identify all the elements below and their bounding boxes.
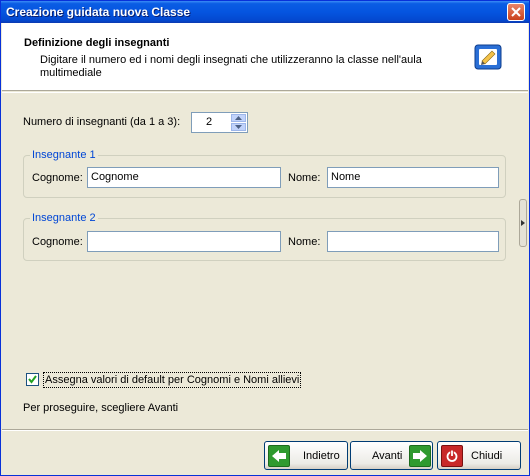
back-button[interactable]: Indietro: [264, 441, 348, 470]
wizard-header: Definizione degli insegnanti Digitare il…: [2, 23, 528, 91]
window-title: Creazione guidata nuova Classe: [6, 5, 191, 19]
close-button[interactable]: Chiudi: [437, 441, 521, 470]
header-subtitle: Digitare il numero ed i nomi degli inseg…: [40, 54, 422, 79]
spinner-down-button[interactable]: [231, 123, 246, 131]
back-button-label: Indietro: [303, 449, 340, 462]
teacher-1-surname-label: Cognome:: [32, 172, 83, 184]
checkmark-icon: [28, 375, 37, 384]
close-button-label: Chiudi: [471, 449, 503, 462]
window-close-button[interactable]: [507, 3, 525, 21]
spinner-up-button[interactable]: [231, 114, 246, 122]
teacher-2-legend: Insegnante 2: [30, 212, 98, 224]
close-icon: [511, 7, 521, 17]
defaults-checkbox[interactable]: [26, 373, 39, 386]
teacher-count-label: Numero di insegnanti (da 1 a 3):: [23, 116, 181, 128]
teacher-2-surname-label: Cognome:: [32, 236, 83, 248]
next-button-label: Avanti: [372, 449, 403, 462]
teacher-2-name-field[interactable]: [327, 231, 499, 252]
chevron-up-icon: [235, 116, 242, 120]
next-arrow-icon: [409, 444, 432, 467]
teacher-1-surname-field[interactable]: Cognome: [87, 167, 281, 188]
next-button[interactable]: Avanti: [350, 441, 433, 470]
hint-text: Per proseguire, scegliere Avanti: [23, 402, 179, 414]
title-bar[interactable]: Creazione guidata nuova Classe: [1, 1, 529, 23]
footer-divider-highlight: [2, 430, 528, 431]
power-icon: [441, 444, 463, 467]
teacher-count-value[interactable]: 2: [206, 116, 212, 128]
teacher-2-name-label: Nome:: [288, 236, 321, 248]
chevron-right-icon: [521, 220, 525, 226]
defaults-checkbox-label[interactable]: Assegna valori di default per Cognomi e …: [43, 372, 302, 388]
teacher-2-surname-field[interactable]: [87, 231, 281, 252]
teacher-count-spinner[interactable]: 2: [191, 112, 248, 133]
back-arrow-icon: [268, 444, 290, 467]
side-scroll-tab[interactable]: [519, 199, 527, 247]
teacher-1-legend: Insegnante 1: [30, 149, 98, 161]
header-divider: [2, 92, 528, 93]
wizard-class-icon: [474, 44, 502, 70]
wizard-window: Creazione guidata nuova Classe Definizio…: [0, 0, 530, 476]
header-title: Definizione degli insegnanti: [24, 37, 170, 49]
chevron-down-icon: [235, 125, 242, 129]
teacher-1-name-label: Nome:: [288, 172, 321, 184]
teacher-1-name-field[interactable]: Nome: [327, 167, 499, 188]
